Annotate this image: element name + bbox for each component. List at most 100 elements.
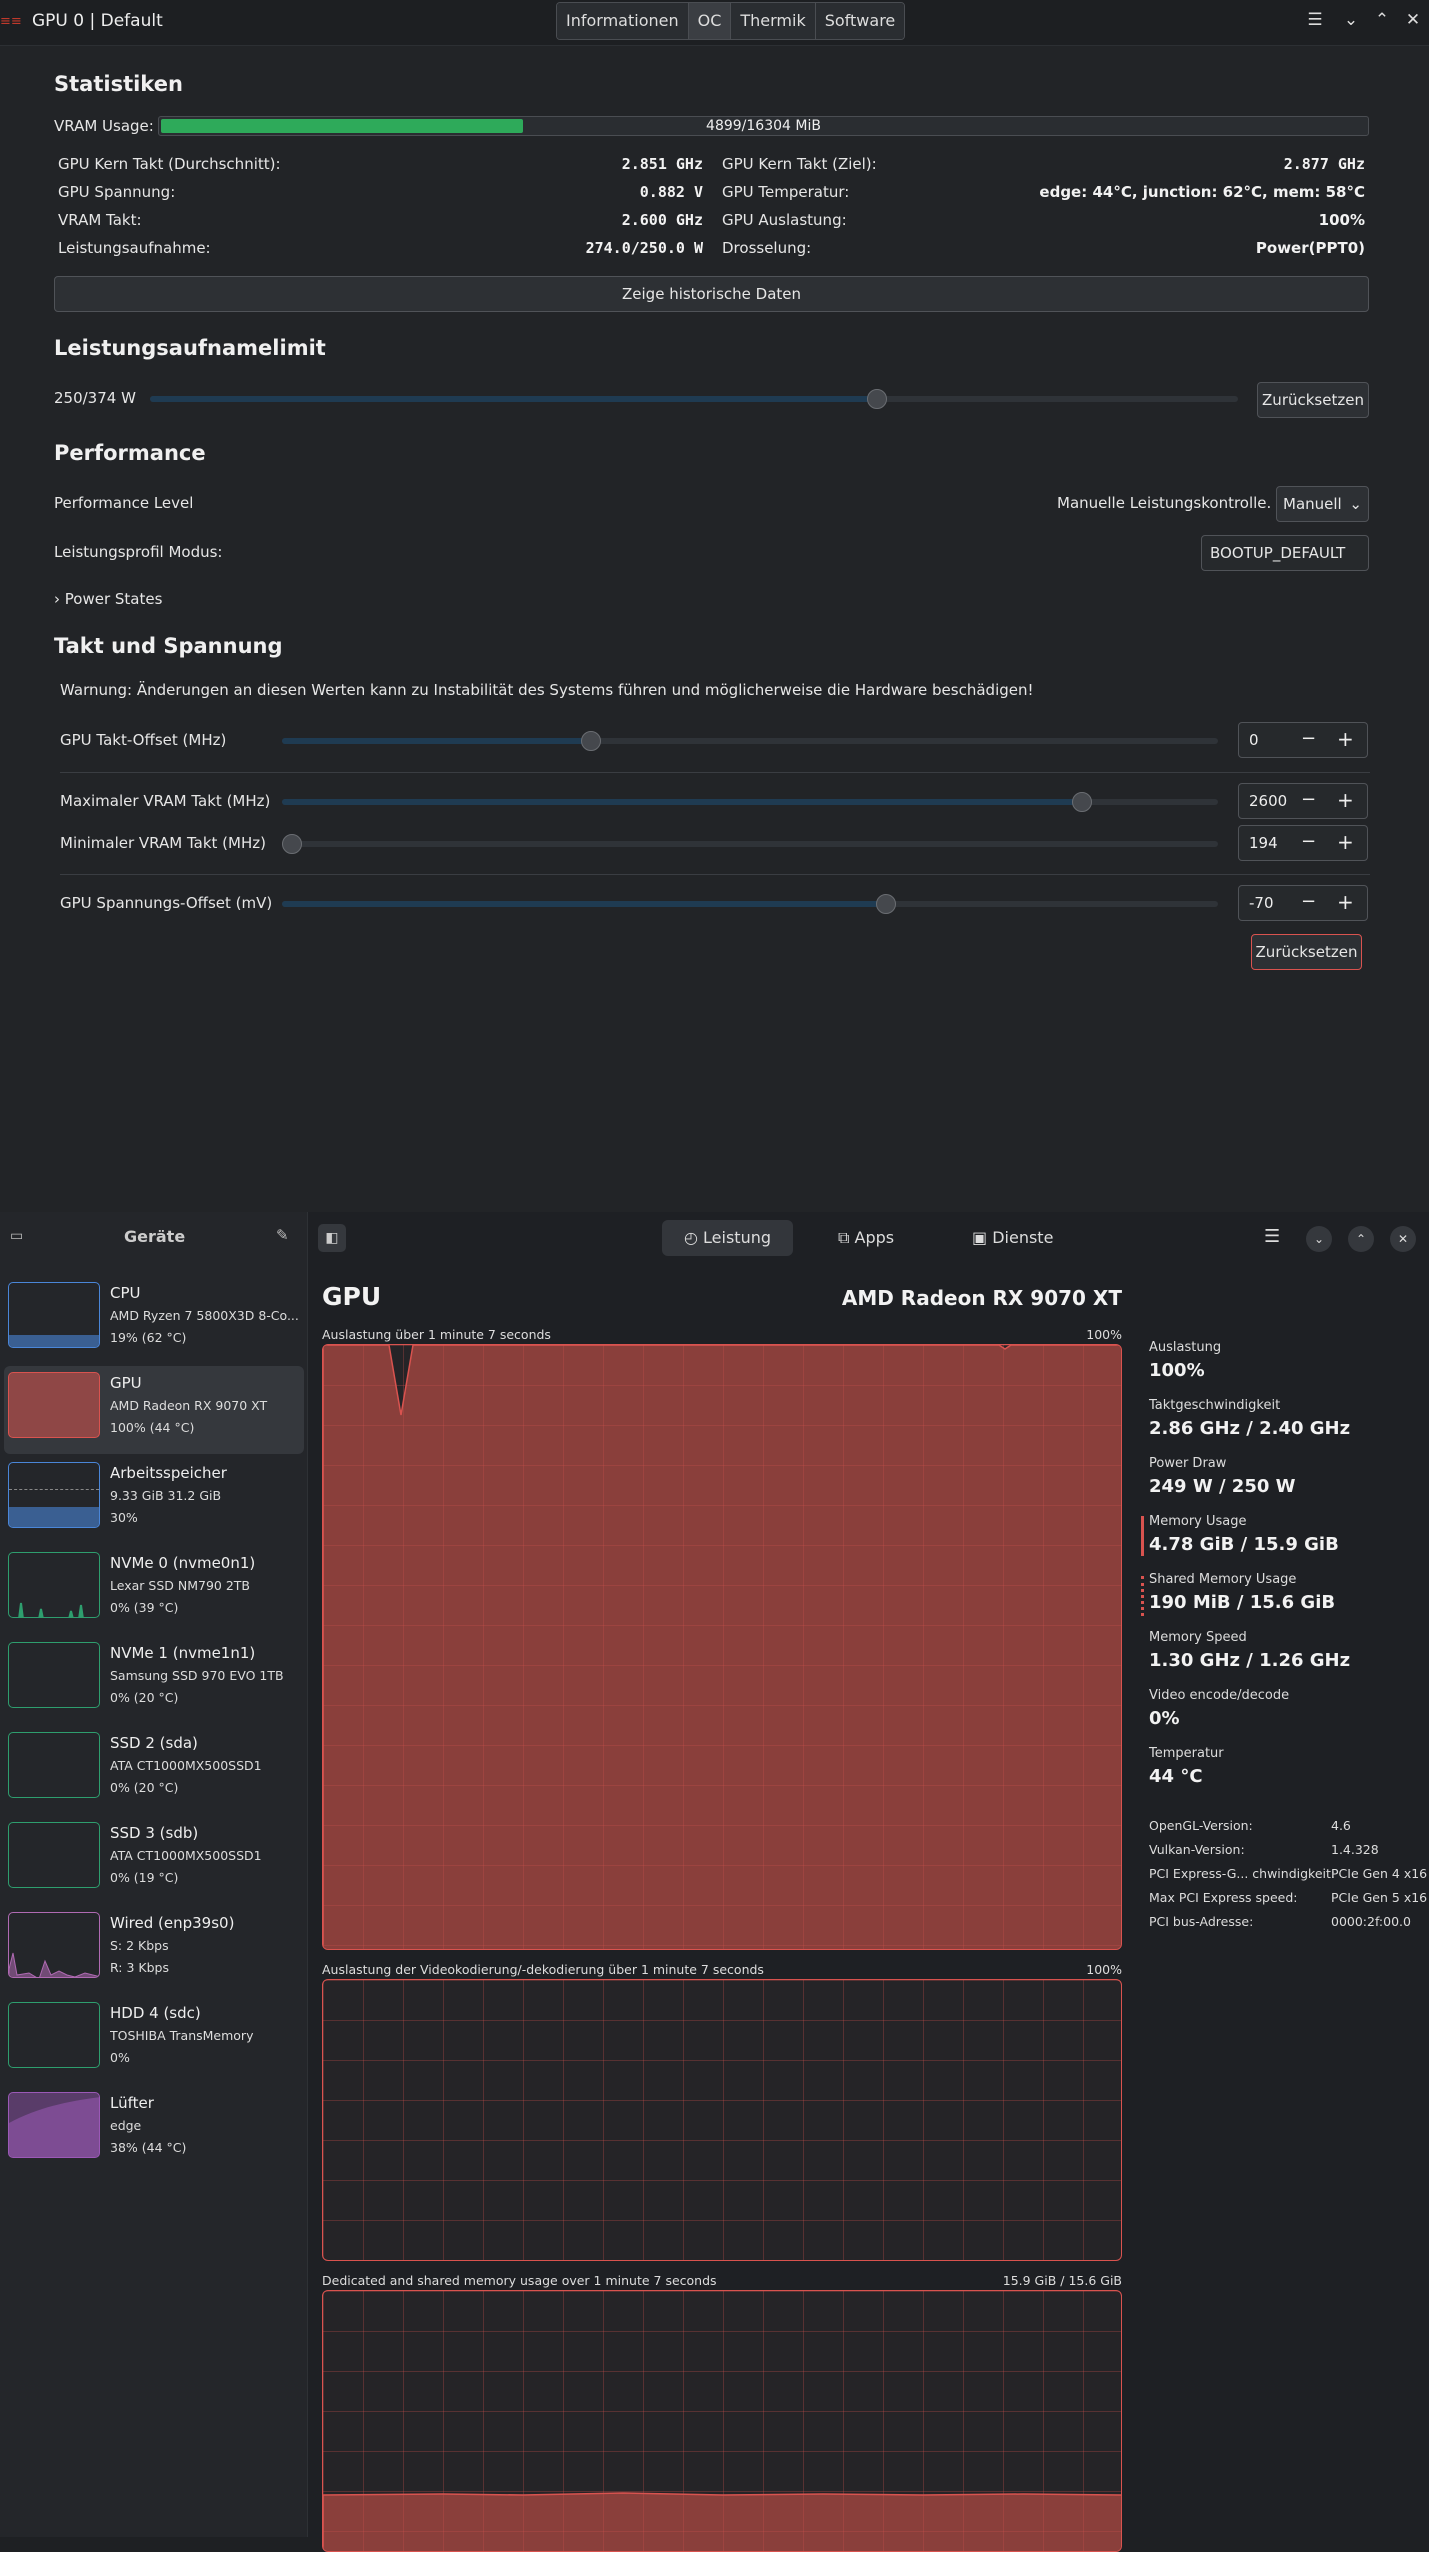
slider-fill [282, 738, 591, 744]
max-vram-clock-slider-knob[interactable] [1072, 792, 1093, 812]
edit-icon[interactable]: ✎ [276, 1226, 289, 1244]
graph3-label: Dedicated and shared memory usage over 1… [322, 2273, 717, 2288]
clock-row-label: GPU Takt-Offset (MHz) [60, 731, 227, 749]
device-item[interactable]: Wired (enp39s0) S: 2 Kbps R: 3 Kbps [4, 1906, 304, 1994]
max-vram-clock-spinbox[interactable]: 2600 − + [1238, 783, 1368, 819]
minus-icon[interactable]: − [1301, 831, 1316, 852]
power-states-expander[interactable]: › Power States [54, 590, 162, 608]
minimize-icon[interactable]: ⌄ [1306, 1226, 1332, 1252]
gpu-voltage-offset-slider[interactable] [282, 901, 1218, 907]
close-icon[interactable]: ✕ [1401, 8, 1425, 32]
divider [60, 772, 1370, 773]
device-item[interactable]: CPU AMD Ryzen 7 5800X3D 8-Co... 19% (62 °C… [4, 1276, 304, 1364]
stat-value: 1.30 GHz / 1.26 GHz [1149, 1650, 1351, 1671]
clock-reset-button[interactable]: Zurücksetzen [1251, 934, 1362, 970]
tab-apps[interactable]: ⧉ Apps [816, 1220, 916, 1256]
device-item[interactable]: SSD 3 (sdb) ATA CT1000MX500SSD1 0% (19 °C) [4, 1816, 304, 1904]
plus-icon[interactable]: + [1337, 788, 1354, 812]
device-detail: S: 2 Kbps [110, 1938, 169, 1953]
gpu-clock-offset-spinbox[interactable]: 0 − + [1238, 722, 1368, 758]
minimize-icon[interactable]: ⌄ [1339, 8, 1363, 32]
device-thumbnail-graph [8, 1912, 100, 1978]
power-limit-slider-fill [150, 396, 878, 402]
stat-label: Video encode/decode [1149, 1688, 1290, 1703]
gpu-clock-offset-slider-knob[interactable] [580, 731, 601, 751]
device-status: 100% (44 °C) [110, 1420, 195, 1435]
info-value: 4.6 [1331, 1818, 1351, 1833]
graph2-label: Auslastung der Videokodierung/-dekodieru… [322, 1962, 764, 1977]
app-logo-icon: ≡≡ [0, 14, 22, 29]
tab-dienste[interactable]: ▣ Dienste [950, 1220, 1075, 1256]
slider-fill [282, 901, 886, 907]
close-icon[interactable]: ✕ [1390, 1226, 1416, 1252]
hamburger-menu-icon[interactable]: ☰ [1303, 8, 1327, 32]
stats-heading: Statistiken [54, 72, 183, 96]
page-title: GPU [322, 1282, 382, 1311]
plus-icon[interactable]: + [1337, 830, 1354, 854]
device-item[interactable]: NVMe 1 (nvme1n1) Samsung SSD 970 EVO 1TB 0… [4, 1636, 304, 1724]
stat-value: 2.877 GHz [1283, 155, 1365, 173]
show-history-button[interactable]: Zeige historische Daten [54, 276, 1369, 312]
device-item[interactable]: Arbeitsspeicher 9.33 GiB 31.2 GiB 30% [4, 1456, 304, 1544]
graph3-max: 15.9 GiB / 15.6 GiB [1002, 2273, 1122, 2288]
chevron-down-icon: ⌄ [1349, 495, 1362, 513]
stat-value: 274.0/250.0 W [585, 239, 703, 257]
maximize-icon[interactable]: ⌃ [1370, 8, 1394, 32]
performance-level-dropdown[interactable]: Manuell ⌄ [1276, 486, 1369, 522]
hamburger-menu-icon[interactable]: ☰ [1264, 1226, 1280, 1247]
tab-informationen[interactable]: Informationen [557, 3, 689, 39]
device-status: 0% (20 °C) [110, 1780, 179, 1795]
slider-fill [282, 799, 1083, 805]
plus-icon[interactable]: + [1337, 727, 1354, 751]
memory-usage-area [323, 2492, 1121, 2551]
device-name: HDD 4 (sdc) [110, 2004, 201, 2022]
stat-label: VRAM Takt: [58, 211, 142, 229]
shared-memory-indicator [1141, 1576, 1144, 1616]
resources-window: ▭ Geräte ✎ CPU AMD Ryzen 7 5800X3D 8-Co..… [0, 1212, 1429, 2552]
min-vram-clock-spinbox[interactable]: 194 − + [1238, 825, 1368, 861]
tab-apps-label: Apps [854, 1228, 895, 1247]
minus-icon[interactable]: − [1301, 789, 1316, 810]
min-vram-clock-slider[interactable] [282, 841, 1218, 847]
spin-value[interactable]: -70 [1249, 894, 1274, 912]
warning-text: Warnung: Änderungen an diesen Werten kan… [60, 681, 1034, 699]
tab-oc[interactable]: OC [688, 3, 732, 39]
minus-icon[interactable]: − [1301, 728, 1316, 749]
device-item[interactable]: Lüfter edge 38% (44 °C) [4, 2086, 304, 2174]
spin-value[interactable]: 2600 [1249, 792, 1287, 810]
power-limit-reset-button[interactable]: Zurücksetzen [1257, 382, 1369, 418]
memory-usage-graph [322, 2290, 1122, 2552]
gpu-clock-offset-slider[interactable] [282, 738, 1218, 744]
min-vram-clock-slider-knob[interactable] [282, 834, 302, 854]
sidebar-panel-icon[interactable]: ◧ [318, 1224, 346, 1252]
sidebar-toggle-icon[interactable]: ▭ [10, 1228, 23, 1244]
power-profile-select[interactable]: BOOTUP_DEFAULT [1201, 535, 1369, 571]
gpu-voltage-offset-spinbox[interactable]: -70 − + [1238, 885, 1368, 921]
device-item[interactable]: SSD 2 (sda) ATA CT1000MX500SSD1 0% (20 °C) [4, 1726, 304, 1814]
device-detail: Lexar SSD NM790 2TB [110, 1578, 250, 1593]
memory-usage-indicator [1141, 1516, 1144, 1556]
spin-value[interactable]: 194 [1249, 834, 1278, 852]
stat-value: edge: 44°C, junction: 62°C, mem: 58°C [1039, 183, 1365, 201]
maximize-icon[interactable]: ⌃ [1348, 1226, 1374, 1252]
power-limit-slider-knob[interactable] [867, 389, 888, 409]
tab-software[interactable]: Software [815, 3, 905, 39]
device-item[interactable]: NVMe 0 (nvme0n1) Lexar SSD NM790 2TB 0% (3… [4, 1546, 304, 1634]
spin-value[interactable]: 0 [1249, 731, 1259, 749]
device-name: Lüfter [110, 2094, 154, 2112]
gpu-voltage-offset-slider-knob[interactable] [875, 894, 896, 914]
power-limit-slider[interactable] [150, 396, 1238, 402]
device-item[interactable]: GPU AMD Radeon RX 9070 XT 100% (44 °C) [4, 1366, 304, 1454]
plus-icon[interactable]: + [1337, 890, 1354, 914]
tab-thermik[interactable]: Thermik [731, 3, 816, 39]
divider [60, 874, 1370, 875]
minus-icon[interactable]: − [1301, 891, 1316, 912]
device-item[interactable]: HDD 4 (sdc) TOSHIBA TransMemory 0% [4, 1996, 304, 2084]
device-thumbnail-graph [8, 1462, 100, 1528]
clock-voltage-heading: Takt und Spannung [54, 634, 283, 658]
lact-window: ≡≡ GPU 0 | Default Informationen OC Ther… [0, 0, 1429, 1212]
device-name: CPU [110, 1284, 141, 1302]
tab-leistung[interactable]: ◴ Leistung [662, 1220, 794, 1256]
stat-label: GPU Spannung: [58, 183, 176, 201]
stat-label: Taktgeschwindigkeit [1149, 1398, 1281, 1413]
